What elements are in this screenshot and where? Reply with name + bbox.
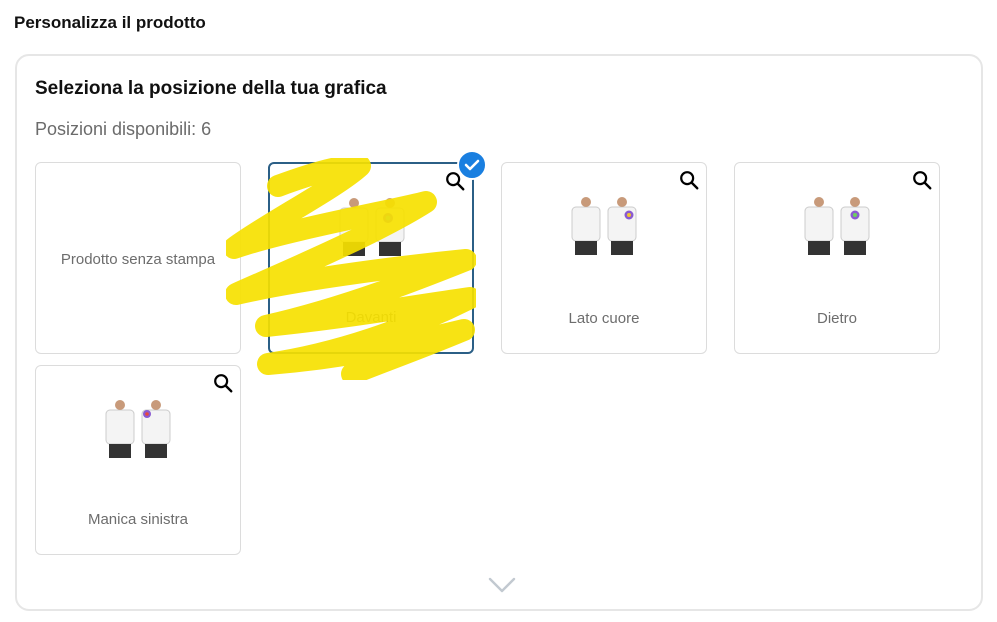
tshirt-preview-image xyxy=(339,198,405,256)
option-card-front[interactable]: Davanti xyxy=(268,150,487,354)
option-card-heart-side[interactable]: Lato cuore xyxy=(501,162,707,354)
option-card-no-print[interactable]: Prodotto senza stampa xyxy=(35,162,241,354)
option-label: Dietro xyxy=(816,310,857,327)
zoom-icon[interactable] xyxy=(212,372,234,394)
position-selector-panel: Seleziona la posizione della tua grafica… xyxy=(15,54,983,611)
page-heading: Personalizza il prodotto xyxy=(14,13,206,32)
available-positions-count: Posizioni disponibili: 6 xyxy=(35,119,212,139)
option-label: Manica sinistra xyxy=(87,511,189,528)
zoom-icon[interactable] xyxy=(911,169,933,191)
tshirt-preview-image xyxy=(571,197,637,255)
tshirt-preview-image xyxy=(105,400,171,458)
tshirt-preview-image xyxy=(804,197,870,255)
option-label: Lato cuore xyxy=(568,310,640,327)
option-label: Davanti xyxy=(345,309,397,326)
chevron-down-icon[interactable] xyxy=(487,576,517,594)
option-card-back[interactable]: Dietro xyxy=(734,162,940,354)
option-label: Prodotto senza stampa xyxy=(60,251,216,268)
option-card-left-sleeve[interactable]: Manica sinistra xyxy=(35,365,241,555)
panel-title: Seleziona la posizione della tua grafica xyxy=(35,78,387,99)
zoom-icon[interactable] xyxy=(678,169,700,191)
selected-check-icon xyxy=(457,150,487,180)
